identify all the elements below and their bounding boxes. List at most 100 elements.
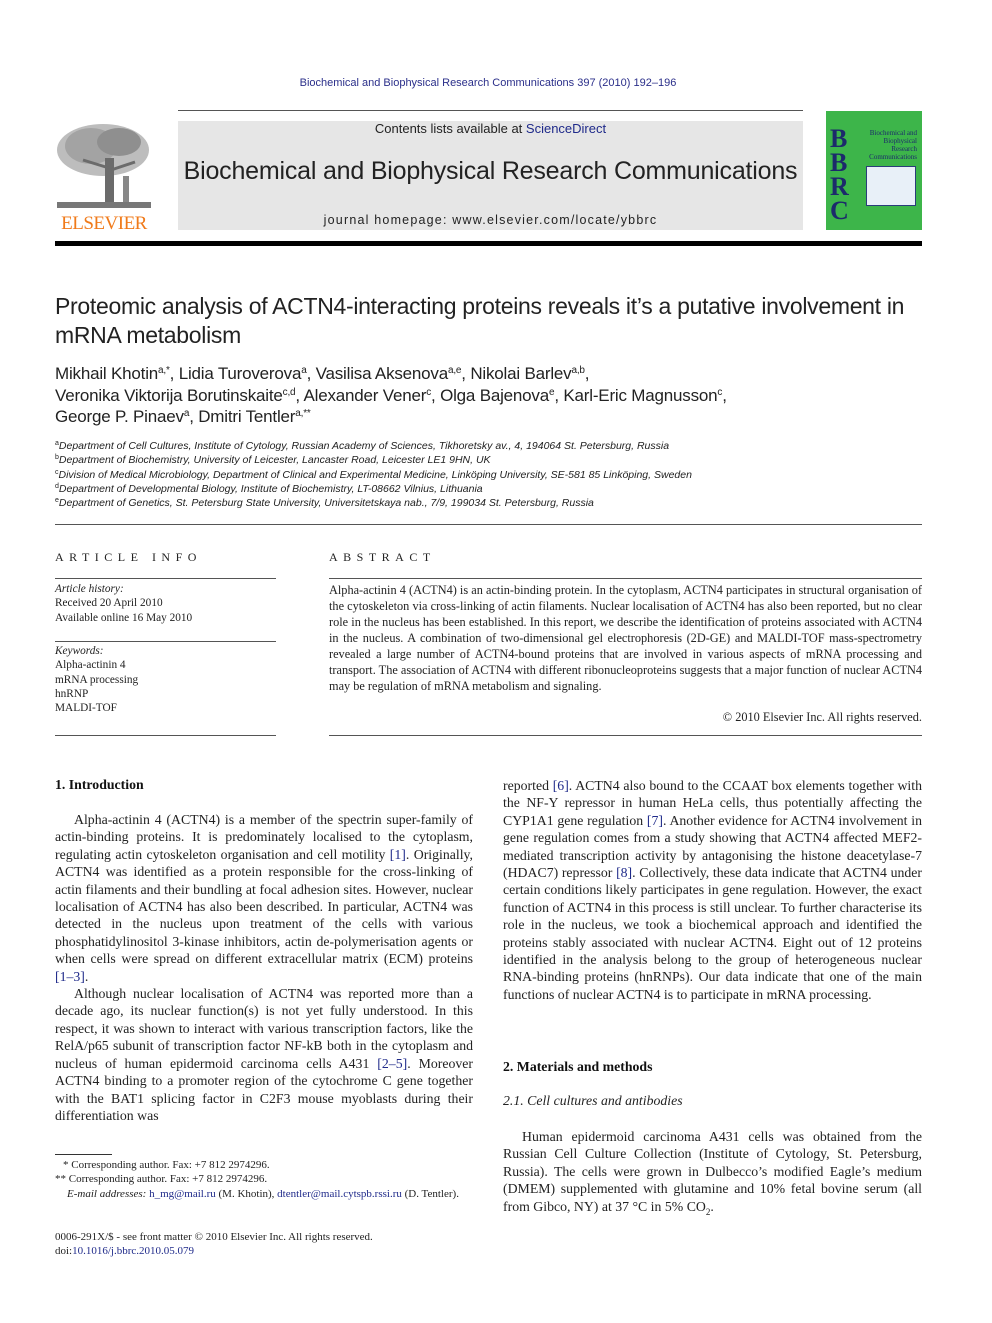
received-date: Received 20 April 2010 (55, 597, 163, 610)
divider (55, 735, 276, 736)
author: Lidia Turoverova (178, 364, 302, 383)
elsevier-logo[interactable]: ELSEVIER (53, 120, 155, 235)
affiliation: aDepartment of Cell Cultures, Institute … (55, 439, 925, 453)
email-owner: (D. Tentler). (401, 1187, 459, 1200)
article-title: Proteomic analysis of ACTN4-interacting … (55, 293, 905, 348)
journal-name: Biochemical and Biophysical Research Com… (183, 157, 798, 185)
period: . (710, 1198, 714, 1214)
cell-cultures-text: Human epidermoid carcinoma A431 cells wa… (503, 1128, 922, 1221)
homepage-label: journal homepage: (323, 213, 453, 227)
cover-title: Biochemical and Biophysical Research Com… (869, 129, 917, 161)
affiliation-text: Department of Developmental Biology, Ins… (58, 482, 483, 495)
cover-letters: B B R C (830, 126, 849, 225)
doi-label: doi: (55, 1245, 73, 1258)
right-column: reported [6]. ACTN4 also bound to the CC… (503, 777, 922, 1003)
author-affiliation-marker[interactable]: c,d (283, 387, 296, 398)
author-affiliation-marker[interactable]: a (184, 408, 190, 419)
reference-link[interactable]: [7] (647, 813, 663, 828)
cover-title-line: Research (891, 145, 917, 153)
divider (329, 578, 922, 579)
author: Mikhail Khotin (55, 364, 159, 383)
article-history: Article history: Received 20 April 2010 … (55, 582, 276, 625)
reference-link[interactable]: [6] (553, 778, 569, 793)
contents-line: Contents lists available at ScienceDirec… (178, 121, 803, 136)
author-affiliation-marker[interactable]: c (717, 387, 722, 398)
elsevier-tree-icon (57, 124, 151, 208)
email-link-tentler[interactable]: dtentler@mail.cytspb.rssi.ru (277, 1188, 402, 1200)
author-list: Mikhail Khotina,*, Lidia Turoverovaa, Va… (55, 364, 727, 426)
header-rule (178, 110, 803, 111)
front-matter: 0006-291X/$ - see front matter © 2010 El… (55, 1230, 473, 1259)
affiliation: bDepartment of Biochemistry, University … (55, 453, 925, 467)
cover-artwork (866, 166, 916, 206)
affiliation-text: Department of Genetics, St. Petersburg S… (58, 497, 594, 510)
keywords: Keywords: Alpha-actinin 4 mRNA processin… (55, 644, 276, 715)
intro-paragraph-2: Although nuclear localisation of ACTN4 w… (55, 986, 473, 1123)
article-info-heading: ARTICLE INFO (55, 550, 202, 564)
available-date: Available online 16 May 2010 (55, 611, 193, 624)
abstract-text: Alpha-actinin 4 (ACTN4) is an actin-bind… (329, 583, 922, 693)
email-label: E-mail addresses: (67, 1187, 147, 1200)
journal-banner: Contents lists available at ScienceDirec… (178, 121, 803, 230)
author: Dmitri Tentler (198, 407, 296, 426)
homepage-link[interactable]: www.elsevier.com/locate/ybbrc (452, 213, 657, 227)
affiliation: eDepartment of Genetics, St. Petersburg … (55, 496, 925, 510)
email-owner: (M. Khotin), (215, 1187, 278, 1200)
journal-citation[interactable]: Biochemical and Biophysical Research Com… (0, 77, 976, 89)
author-affiliation-marker[interactable]: a,** (295, 408, 311, 419)
journal-cover[interactable]: B B R C Biochemical and Biophysical Rese… (826, 111, 922, 230)
author-affiliation-marker[interactable]: a (301, 365, 307, 376)
cover-title-line: Communications (869, 153, 917, 161)
cover-letter: C (830, 196, 849, 225)
footnote-corresponding-1: * Corresponding author. Fax: +7 812 2974… (63, 1159, 270, 1171)
author-affiliation-marker[interactable]: a,b (571, 365, 585, 376)
author: Nikolai Barlev (470, 364, 572, 383)
author-affiliation-marker[interactable]: e (549, 387, 555, 398)
footnotes: * Corresponding author. Fax: +7 812 2974… (55, 1158, 473, 1201)
cell-cultures-subheading: 2.1. Cell cultures and antibodies (503, 1093, 683, 1108)
intro-paragraph-2-continued: reported [6]. ACTN4 also bound to the CC… (503, 778, 922, 1002)
divider (329, 735, 922, 736)
author-affiliation-marker[interactable]: c (426, 387, 431, 398)
sciencedirect-link[interactable]: ScienceDirect (526, 121, 606, 136)
affiliation-list: aDepartment of Cell Cultures, Institute … (55, 439, 925, 510)
history-label: Article history: (55, 583, 124, 595)
footnote-corresponding-2: ** Corresponding author. Fax: +7 812 297… (55, 1173, 268, 1186)
author-affiliation-marker[interactable]: a,e (448, 365, 462, 376)
abstract-heading: ABSTRACT (329, 550, 436, 564)
author: Veronika Viktorija Borutinskaite (55, 385, 283, 405)
footnote-emails: E-mail addresses: h_mg@mail.ru (M. Khoti… (55, 1187, 473, 1201)
reference-link[interactable]: [1] (390, 847, 406, 862)
cover-title-line: Biophysical (883, 137, 917, 145)
journal-homepage: journal homepage: www.elsevier.com/locat… (178, 213, 803, 227)
elsevier-wordmark: ELSEVIER (61, 213, 147, 234)
affiliation: cDivision of Medical Microbiology, Depar… (55, 468, 925, 482)
footnote-rule (55, 1154, 112, 1155)
author: Olga Bajenova (440, 385, 549, 405)
divider (55, 578, 276, 579)
keyword: mRNA processing (55, 673, 139, 686)
affiliation-text: Department of Biochemistry, University o… (58, 454, 491, 467)
affiliation-text: Department of Cell Cultures, Institute o… (58, 440, 670, 452)
reference-link[interactable]: [8] (616, 865, 632, 880)
intro-paragraph-1: Alpha-actinin 4 (ACTN4) is a member of t… (55, 812, 473, 984)
email-link-khotin[interactable]: h_mg@mail.ru (149, 1188, 216, 1200)
header-thick-rule (55, 241, 922, 246)
methods-heading: 2. Materials and methods (503, 1059, 653, 1074)
reference-link[interactable]: [1–3] (55, 969, 85, 984)
cell-cultures-paragraph: Human epidermoid carcinoma A431 cells wa… (503, 1128, 922, 1221)
doi-link[interactable]: 10.1016/j.bbrc.2010.05.079 (72, 1245, 194, 1257)
doi-line: doi:10.1016/j.bbrc.2010.05.079 (55, 1244, 473, 1258)
keywords-label: Keywords: (55, 645, 104, 657)
abstract-copyright: © 2010 Elsevier Inc. All rights reserved… (722, 710, 922, 724)
cover-title-line: Biochemical and (869, 129, 917, 137)
author: Vasilisa Aksenova (315, 364, 449, 383)
left-column: Alpha-actinin 4 (ACTN4) is a member of t… (55, 811, 473, 1124)
keyword: MALDI-TOF (55, 702, 117, 715)
author-affiliation-marker[interactable]: a,* (158, 365, 170, 376)
keyword: hnRNP (55, 687, 89, 700)
reference-link[interactable]: [2–5] (377, 1056, 407, 1071)
author: Karl-Eric Magnusson (563, 385, 718, 405)
divider (55, 641, 276, 642)
contents-prefix: Contents lists available at (374, 121, 526, 136)
